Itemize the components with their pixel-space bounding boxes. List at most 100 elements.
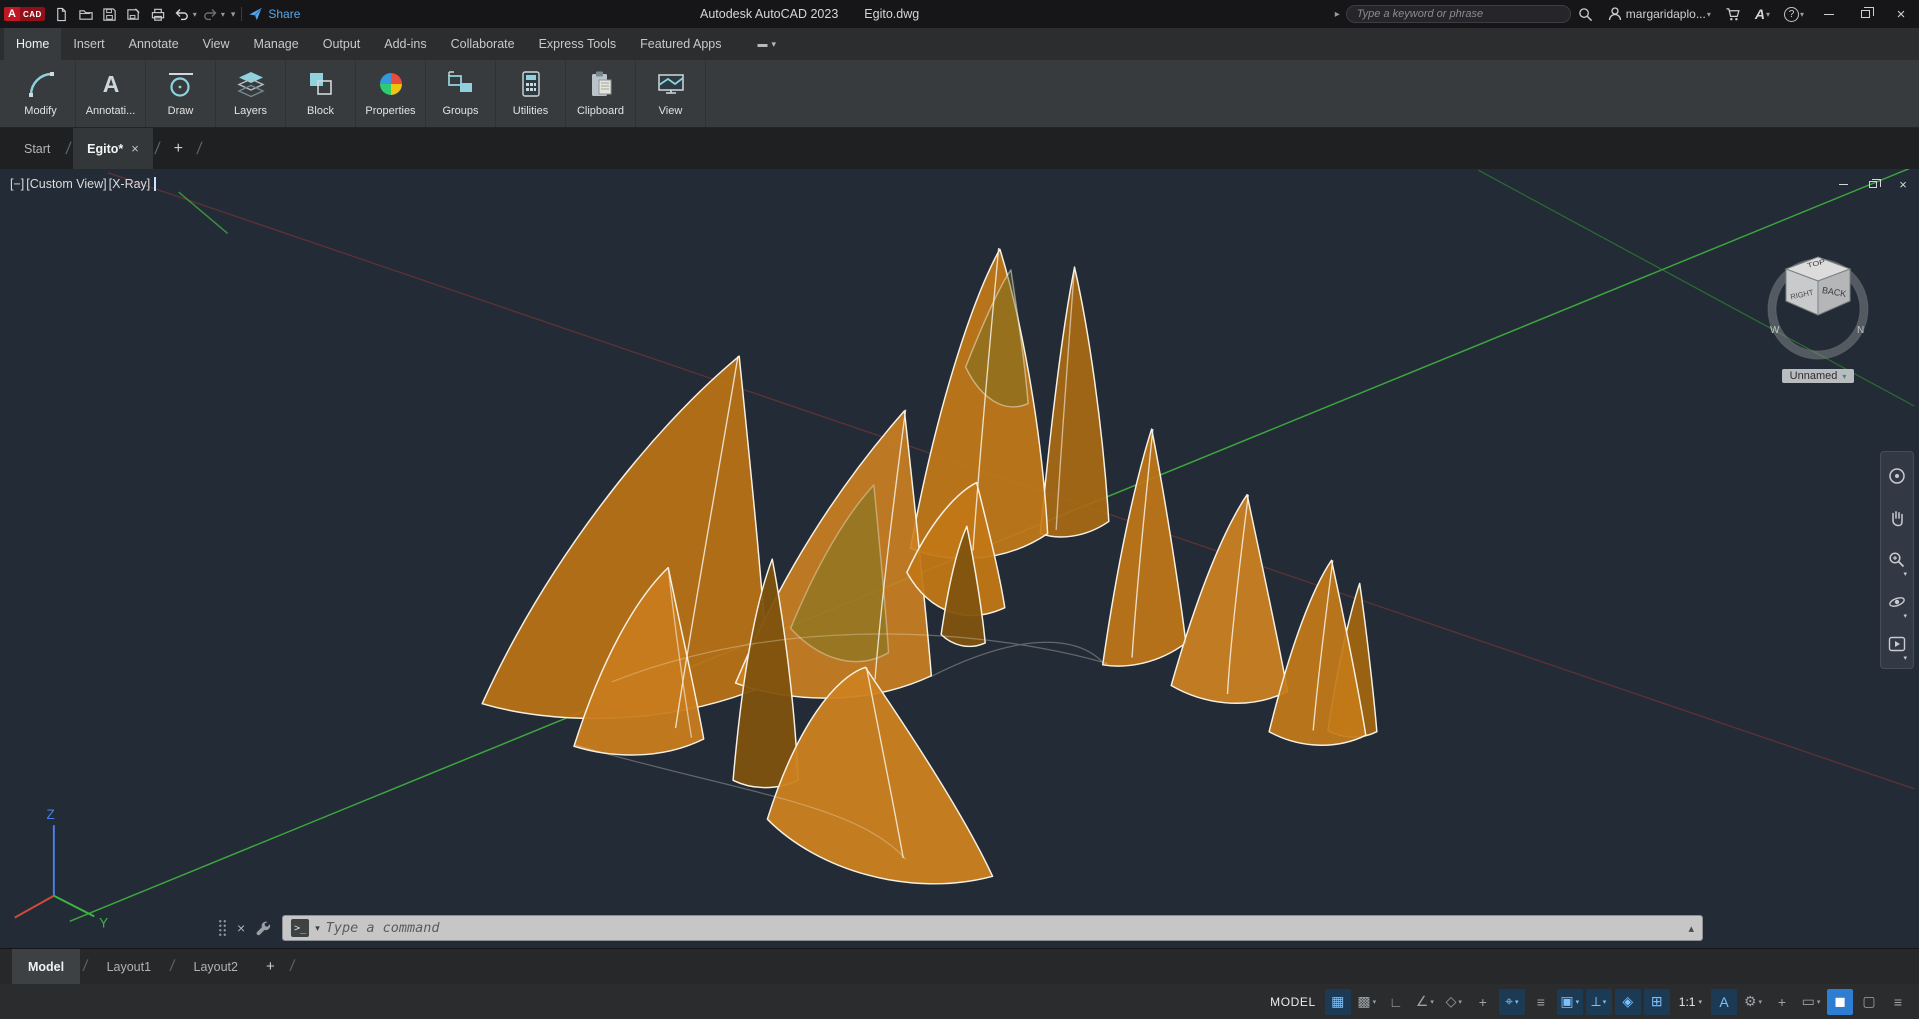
ribbon-tab-view[interactable]: View: [191, 28, 242, 60]
status-isodraft-toggle[interactable]: ◇▾: [1441, 989, 1467, 1015]
qat-customize-dropdown[interactable]: ▾: [231, 9, 236, 20]
status-3d-osnap-toggle[interactable]: ⟂▾: [1586, 989, 1612, 1015]
snap-icon: ▩: [1357, 993, 1370, 1010]
new-file-button[interactable]: [51, 2, 73, 26]
status-object-snap-toggle[interactable]: ⌖▾: [1499, 989, 1525, 1015]
file-tab-close-icon[interactable]: ×: [131, 141, 139, 156]
zoom-magnifier-icon: [1887, 550, 1907, 570]
panel-properties[interactable]: Properties: [356, 60, 426, 127]
status-annotation-visibility-toggle[interactable]: A: [1711, 989, 1737, 1015]
panel-view[interactable]: View: [636, 60, 706, 127]
close-window-button[interactable]: ×: [1883, 0, 1919, 28]
status-workspace-switch[interactable]: ⚙▾: [1740, 989, 1766, 1015]
help-icon: ?: [1784, 7, 1799, 22]
status-grid-toggle[interactable]: ▦: [1325, 989, 1351, 1015]
zoom-button[interactable]: ▾: [1883, 540, 1911, 580]
viewport-close-button[interactable]: ×: [1895, 177, 1911, 191]
command-line-bar[interactable]: >_ ▾ ▴: [282, 915, 1703, 941]
search-expand-arrow[interactable]: ▸: [1335, 9, 1340, 20]
command-options-dropdown[interactable]: ▾: [315, 923, 320, 934]
share-button[interactable]: Share: [248, 7, 300, 21]
status-snap-toggle[interactable]: ▩▾: [1354, 989, 1380, 1015]
viewport-restore-button[interactable]: [1865, 177, 1881, 191]
panel-draw[interactable]: Draw: [146, 60, 216, 127]
redo-dropdown[interactable]: ▾: [221, 10, 225, 19]
viewcube-view-name-dropdown[interactable]: Unnamed ▾: [1782, 369, 1855, 383]
panel-utilities[interactable]: Utilities: [496, 60, 566, 127]
cart-icon: [1725, 7, 1741, 22]
plot-button[interactable]: [147, 2, 169, 26]
text-cursor: [154, 177, 156, 191]
viewport-minimize-button[interactable]: [1835, 177, 1851, 191]
search-button[interactable]: [1571, 0, 1600, 28]
ribbon-tab-featured-apps[interactable]: Featured Apps: [628, 28, 733, 60]
status-selection-cycling-toggle[interactable]: ▣▾: [1557, 989, 1583, 1015]
redo-button[interactable]: [199, 2, 221, 26]
account-menu[interactable]: margaridaplo... ▾: [1600, 0, 1718, 28]
viewport-view-control[interactable]: [Custom View]: [26, 177, 106, 191]
panel-clipboard[interactable]: Clipboard: [566, 60, 636, 127]
status-dynamic-ucs-toggle[interactable]: ◈: [1615, 989, 1641, 1015]
command-history-expand[interactable]: ▴: [1688, 922, 1694, 935]
viewport-minimize-control[interactable]: [−]: [10, 177, 24, 191]
command-line-close-button[interactable]: ×: [237, 920, 245, 936]
command-input[interactable]: [326, 920, 1683, 936]
ribbon-tab-insert[interactable]: Insert: [61, 28, 116, 60]
panel-block[interactable]: Block: [286, 60, 356, 127]
panel-modify[interactable]: Modify: [6, 60, 76, 127]
command-line-drag-grip[interactable]: [218, 919, 227, 937]
viewport-visual-style-control[interactable]: [X-Ray]: [109, 177, 151, 191]
undo-button[interactable]: [171, 2, 193, 26]
search-input[interactable]: [1346, 5, 1571, 23]
viewcube[interactable]: W N TOP BACK RIGHT Unnamed ▾: [1755, 243, 1881, 383]
status-dynamic-input-toggle[interactable]: ⊞: [1644, 989, 1670, 1015]
ribbon-tab-addins[interactable]: Add-ins: [372, 28, 438, 60]
command-customize-wrench-icon[interactable]: [255, 920, 272, 937]
ribbon-tab-express-tools[interactable]: Express Tools: [527, 28, 629, 60]
ribbon-tab-collaborate[interactable]: Collaborate: [439, 28, 527, 60]
app-store-cart[interactable]: [1718, 0, 1748, 28]
status-isolate-objects[interactable]: ▭▾: [1798, 989, 1824, 1015]
status-lineweight-toggle[interactable]: ≡: [1528, 989, 1554, 1015]
model-space-viewport[interactable]: Z Y [−] [Custom View] [X-Ray] × W N: [0, 169, 1919, 948]
status-move-pin[interactable]: +: [1769, 989, 1795, 1015]
autodesk-apps-menu[interactable]: A ▾: [1748, 0, 1777, 28]
status-osnap-tracking-toggle[interactable]: +: [1470, 989, 1496, 1015]
panel-annotation[interactable]: A Annotati...: [76, 60, 146, 127]
file-tab-egito[interactable]: Egito* ×: [73, 128, 153, 169]
layout-tab-model[interactable]: Model: [12, 949, 80, 984]
ribbon-display-toggle[interactable]: ▬ ▾: [747, 28, 786, 60]
model-paper-toggle[interactable]: MODEL: [1270, 995, 1316, 1009]
orbit-button[interactable]: ▾: [1883, 582, 1911, 622]
ribbon-tab-manage[interactable]: Manage: [242, 28, 311, 60]
panel-layers[interactable]: Layers: [216, 60, 286, 127]
layout-tab-layout2[interactable]: Layout2: [178, 949, 254, 984]
panel-groups[interactable]: Groups: [426, 60, 496, 127]
recent-commands-button[interactable]: >_: [291, 919, 309, 937]
status-customization-menu[interactable]: ≡: [1885, 989, 1911, 1015]
ribbon-tab-home[interactable]: Home: [4, 28, 61, 60]
minimize-window-button[interactable]: [1811, 0, 1847, 28]
layout-tab-layout1[interactable]: Layout1: [91, 949, 167, 984]
status-clean-screen[interactable]: ▢: [1856, 989, 1882, 1015]
autocad-app-menu[interactable]: A CAD: [4, 7, 45, 21]
ribbon-tab-output[interactable]: Output: [311, 28, 373, 60]
help-menu[interactable]: ? ▾: [1777, 0, 1811, 28]
full-navigation-wheel-button[interactable]: [1883, 456, 1911, 496]
undo-dropdown[interactable]: ▾: [193, 10, 197, 19]
showmotion-button[interactable]: ▾: [1883, 624, 1911, 664]
pan-button[interactable]: [1883, 498, 1911, 538]
annotation-scale-dropdown[interactable]: 1:1 ▾: [1673, 989, 1708, 1015]
save-as-button[interactable]: [123, 2, 145, 26]
status-ortho-toggle[interactable]: ∟: [1383, 989, 1409, 1015]
save-button[interactable]: [99, 2, 121, 26]
open-button[interactable]: [75, 2, 97, 26]
isodraft-icon: ◇: [1446, 993, 1457, 1010]
status-graphics-performance[interactable]: ◼: [1827, 989, 1853, 1015]
file-tab-start[interactable]: Start: [10, 128, 64, 169]
status-polar-tracking-toggle[interactable]: ∠▾: [1412, 989, 1438, 1015]
new-drawing-tab-button[interactable]: +: [162, 128, 195, 169]
new-layout-button[interactable]: +: [254, 949, 287, 984]
restore-window-button[interactable]: [1847, 0, 1883, 28]
ribbon-tab-annotate[interactable]: Annotate: [117, 28, 191, 60]
